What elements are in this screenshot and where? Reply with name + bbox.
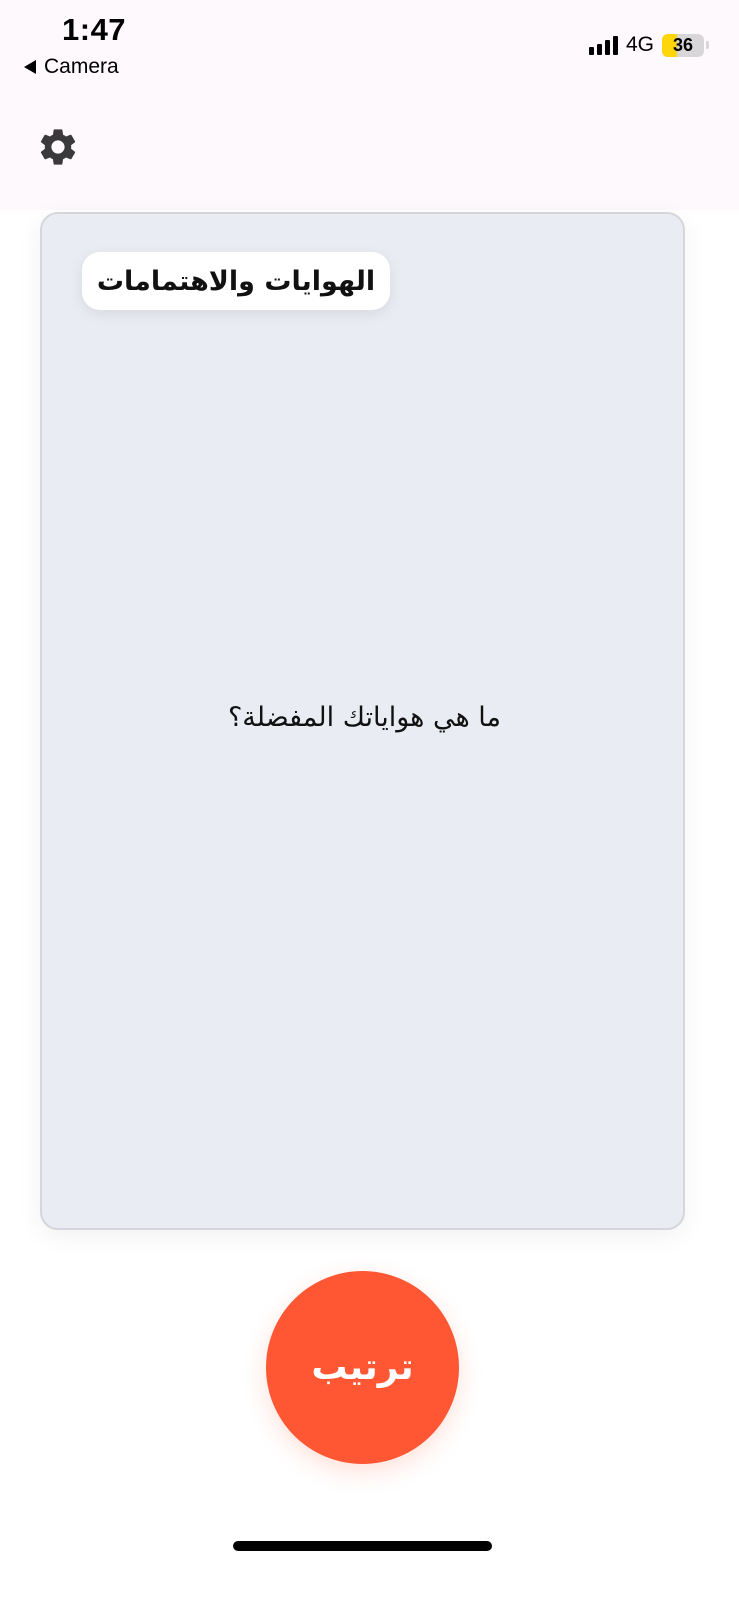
question-card[interactable]: الهوايات والاهتمامات ما هي هواياتك المفض… [40,212,685,1230]
battery-tip [706,41,709,49]
app-screen: 1:47 Camera 4G 36 الهوايات والاهتمامات م… [0,0,739,1600]
question-text: ما هي هواياتك المفضلة؟ [227,702,502,733]
home-indicator[interactable] [233,1541,492,1551]
status-indicators: 4G 36 [588,33,709,57]
settings-button[interactable] [36,125,80,169]
shuffle-button[interactable]: ترتيب [266,1271,459,1464]
back-arrow-icon [24,60,36,74]
category-badge: الهوايات والاهتمامات [82,252,390,310]
header-area: 1:47 Camera 4G 36 [0,0,739,210]
back-app-label: Camera [44,55,119,78]
battery-percent: 36 [672,34,694,55]
battery-icon: 36 [662,33,704,57]
network-type: 4G [625,33,654,56]
status-time: 1:47 [62,12,127,47]
back-to-app-link[interactable]: Camera [24,55,119,79]
gear-icon [40,129,76,165]
cellular-signal-icon [588,35,618,55]
